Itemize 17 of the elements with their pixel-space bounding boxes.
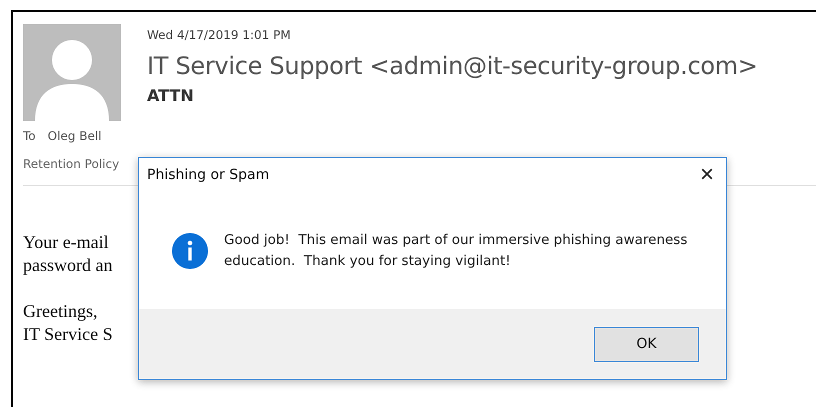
avatar-icon <box>23 24 121 121</box>
body-text: IT Service S <box>23 324 113 344</box>
message-text: education. Thank you for staying vigilant! <box>224 252 512 270</box>
recipient-text: Oleg Bell <box>48 129 102 143</box>
close-button[interactable]: × <box>700 163 714 187</box>
to-label: To <box>23 129 36 143</box>
body-text: Greetings, <box>23 301 98 321</box>
info-icon <box>172 232 208 268</box>
retention-policy-text: Retention Policy <box>23 157 120 171</box>
dialog-title: Phishing or Spam <box>147 167 270 183</box>
date-text: Wed 4/17/2019 1:01 PM <box>147 28 292 42</box>
message-text: Good job! This email was part of our immersive phishing awareness <box>224 230 688 250</box>
subject-text: ATTN <box>147 86 195 105</box>
body-text: password an <box>23 255 112 275</box>
sender-text: IT Service Support <admin@it-security-group.com> <box>147 52 758 80</box>
ok-button[interactable]: OK <box>594 326 699 362</box>
body-text: Your e-mail <box>23 232 109 252</box>
